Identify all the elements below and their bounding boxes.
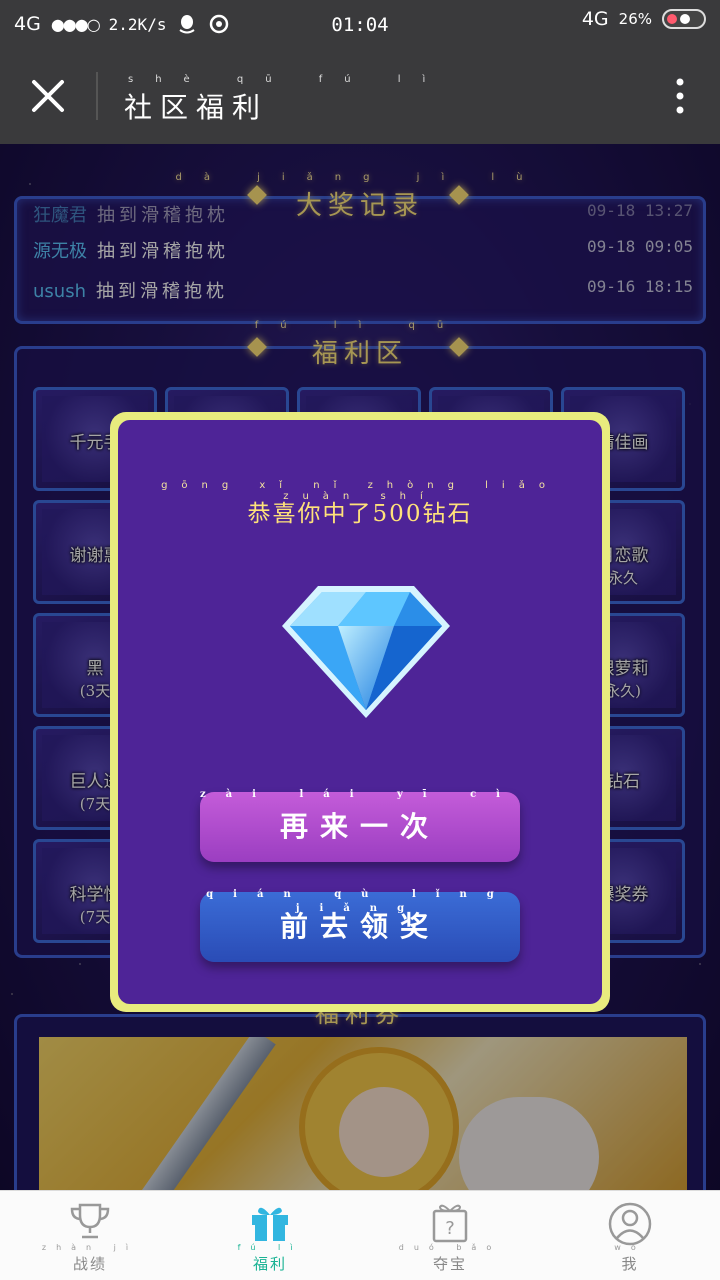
nav-label: 夺宝 bbox=[432, 1255, 467, 1273]
gift-icon bbox=[252, 1207, 288, 1241]
prize-modal: gōng xǐ nǐ zhòng liǎo zuàn shí 恭喜你中了500钻… bbox=[110, 412, 610, 1012]
nav-item-welfare[interactable]: fú lì 福利 bbox=[180, 1191, 360, 1280]
status-bar: 4G ●●●○ 2.2K/s 01:04 4G 26% bbox=[0, 0, 720, 48]
nav-item-record[interactable]: zhàn jì 战绩 bbox=[0, 1191, 180, 1280]
claim-button-pinyin: qián qù lǐng jiǎng bbox=[206, 889, 514, 914]
svg-text:?: ? bbox=[445, 1218, 455, 1239]
claim-prize-button[interactable]: qián qù lǐng jiǎng 前去领奖 bbox=[200, 889, 520, 962]
prize-message-text: 恭喜你中了500钻石 bbox=[247, 501, 473, 527]
diamond-icon bbox=[282, 586, 450, 718]
retry-button[interactable]: zài lái yī cì 再来一次 bbox=[200, 789, 520, 862]
bottom-nav: zhàn jì 战绩 fú lì 福利 ? duó bǎo 夺宝 wǒ 我 bbox=[0, 1190, 720, 1280]
mystery-box-icon: ? bbox=[432, 1204, 468, 1243]
nav-pinyin: wǒ bbox=[614, 1243, 646, 1252]
page-title: 社区福利 bbox=[124, 91, 269, 124]
nav-label: 战绩 bbox=[72, 1255, 107, 1273]
nav-pinyin: fú lì bbox=[237, 1243, 303, 1252]
prize-modal-body: gōng xǐ nǐ zhòng liǎo zuàn shí 恭喜你中了500钻… bbox=[118, 420, 602, 1004]
user-icon bbox=[608, 1202, 652, 1246]
title-bar: shè qū fú lì 社区福利 bbox=[0, 48, 720, 144]
retry-button-pinyin: zài lái yī cì bbox=[200, 789, 520, 800]
nav-label: 我 bbox=[621, 1255, 639, 1273]
nav-label: 福利 bbox=[252, 1255, 287, 1273]
more-icon[interactable] bbox=[670, 76, 690, 116]
nav-pinyin: zhàn jì bbox=[41, 1243, 139, 1252]
nav-item-me[interactable]: wǒ 我 bbox=[540, 1191, 720, 1280]
page-title-pinyin: shè qū fú lì bbox=[128, 74, 448, 85]
prize-message-pinyin: gōng xǐ nǐ zhòng liǎo zuàn shí bbox=[161, 480, 559, 502]
retry-button-label: 再来一次 bbox=[279, 810, 440, 843]
nav-item-treasure[interactable]: ? duó bǎo 夺宝 bbox=[360, 1191, 540, 1280]
divider bbox=[96, 72, 98, 120]
close-icon[interactable] bbox=[26, 74, 70, 118]
trophy-icon bbox=[70, 1203, 110, 1239]
battery-icon bbox=[662, 9, 706, 29]
nav-pinyin: duó bǎo bbox=[398, 1243, 502, 1252]
battery-percent: 26% bbox=[618, 10, 652, 28]
network-indicator-right: 4G bbox=[581, 8, 609, 30]
prize-message: gōng xǐ nǐ zhòng liǎo zuàn shí 恭喜你中了500钻… bbox=[118, 480, 602, 528]
